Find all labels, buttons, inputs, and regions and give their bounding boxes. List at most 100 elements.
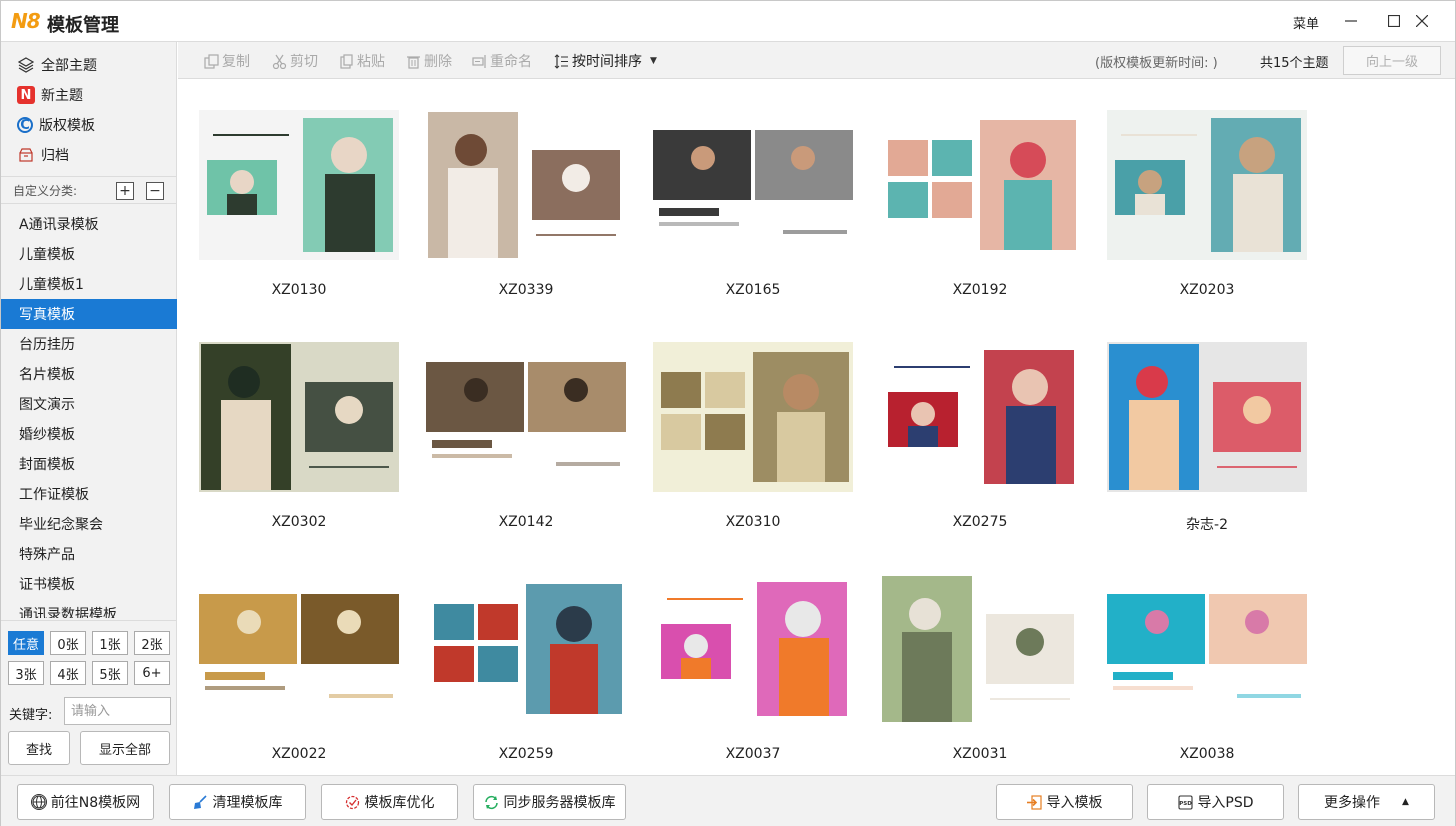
template-card[interactable]: XZ0339 xyxy=(405,80,632,312)
template-card[interactable]: XZ0165 xyxy=(632,80,859,312)
page-filter-chip[interactable]: 任意 xyxy=(8,631,44,655)
sidebar-item-new-themes[interactable]: N 新主题 xyxy=(1,80,177,110)
template-card[interactable]: XZ0037 xyxy=(632,544,859,774)
template-thumbnail xyxy=(426,574,626,724)
template-thumbnail xyxy=(880,342,1080,492)
import-template-button[interactable]: 导入模板 xyxy=(996,784,1133,820)
cut-button[interactable]: 剪切 xyxy=(271,51,318,71)
theme-count: 共15个主题 xyxy=(1260,56,1329,71)
keyword-input[interactable] xyxy=(64,697,171,725)
import-template-label: 导入模板 xyxy=(1046,795,1103,811)
toolbar: 复制 剪切 粘贴 删除 重命名 按时间排序 ▼ (版权模板更新时间:) 共15… xyxy=(178,42,1455,79)
remove-category-button[interactable]: − xyxy=(146,182,164,200)
rename-button[interactable]: 重命名 xyxy=(471,51,532,71)
app-title: 模板管理 xyxy=(47,15,119,36)
sidebar-item-copyright-templates[interactable]: C 版权模板 xyxy=(1,110,177,140)
page-filter-chip[interactable]: 5张 xyxy=(92,661,128,685)
template-card[interactable]: XZ0310 xyxy=(632,312,859,544)
category-item[interactable]: 儿童模板 xyxy=(1,239,177,269)
category-item[interactable]: 名片模板 xyxy=(1,359,177,389)
template-name: XZ0259 xyxy=(498,746,554,762)
minimize-icon[interactable] xyxy=(1339,9,1363,33)
psd-file-icon: PSD xyxy=(1177,794,1193,810)
up-level-button[interactable]: 向上一级 xyxy=(1343,46,1441,75)
template-thumbnail xyxy=(653,342,853,492)
category-item[interactable]: 儿童模板1 xyxy=(1,269,177,299)
rename-icon xyxy=(471,53,487,69)
template-thumbnail xyxy=(199,574,399,724)
template-name: XZ0302 xyxy=(271,514,327,530)
category-item[interactable]: 图文演示 xyxy=(1,389,177,419)
sort-dropdown[interactable]: 按时间排序 ▼ xyxy=(553,51,657,71)
optimize-library-button[interactable]: 模板库优化 xyxy=(321,784,458,820)
chevron-up-icon: ▲ xyxy=(1402,797,1409,807)
template-card[interactable]: XZ0022 xyxy=(178,544,405,774)
template-card[interactable]: XZ0192 xyxy=(859,80,1086,312)
cut-label: 剪切 xyxy=(290,54,318,70)
template-card[interactable]: XZ0038 xyxy=(1086,544,1313,774)
template-thumbnail xyxy=(880,110,1080,260)
copy-button[interactable]: 复制 xyxy=(203,51,250,71)
template-thumbnail xyxy=(426,110,626,260)
sort-icon xyxy=(553,53,569,69)
template-card[interactable]: 杂志-2 xyxy=(1086,312,1313,544)
search-button[interactable]: 查找 xyxy=(8,731,70,765)
template-card[interactable]: XZ0259 xyxy=(405,544,632,774)
menu-button[interactable]: 菜单 xyxy=(1293,13,1319,32)
category-item[interactable]: 写真模板 xyxy=(1,299,177,329)
sidebar-item-label: 全部主题 xyxy=(41,58,97,74)
template-name: XZ0275 xyxy=(952,514,1008,530)
copyright-icon: C xyxy=(17,117,33,133)
category-item[interactable]: A通讯录模板 xyxy=(1,209,177,239)
rename-label: 重命名 xyxy=(490,54,532,70)
template-name: XZ0339 xyxy=(498,282,554,298)
page-filter-chip[interactable]: 0张 xyxy=(50,631,86,655)
page-filter-chip[interactable]: 3张 xyxy=(8,661,44,685)
template-card[interactable]: XZ0142 xyxy=(405,312,632,544)
delete-button[interactable]: 删除 xyxy=(405,51,452,71)
category-item[interactable]: 特殊产品 xyxy=(1,539,177,569)
category-item[interactable]: 毕业纪念聚会 xyxy=(1,509,177,539)
template-card[interactable]: XZ0130 xyxy=(178,80,405,312)
template-name: XZ0130 xyxy=(271,282,327,298)
template-name: XZ0038 xyxy=(1179,746,1235,762)
add-category-button[interactable]: + xyxy=(116,182,134,200)
template-card[interactable]: XZ0302 xyxy=(178,312,405,544)
trash-icon xyxy=(405,53,421,69)
page-filter-chip[interactable]: 6+ xyxy=(134,661,170,685)
category-item[interactable]: 工作证模板 xyxy=(1,479,177,509)
page-filter-chip[interactable]: 2张 xyxy=(134,631,170,655)
template-card[interactable]: XZ0275 xyxy=(859,312,1086,544)
sidebar-item-all-themes[interactable]: 全部主题 xyxy=(1,50,177,80)
optimize-icon xyxy=(345,794,361,810)
clean-library-button[interactable]: 清理模板库 xyxy=(169,784,306,820)
close-icon[interactable] xyxy=(1410,9,1434,33)
app-logo: N8 xyxy=(11,9,41,33)
page-filter-chip[interactable]: 1张 xyxy=(92,631,128,655)
show-all-button[interactable]: 显示全部 xyxy=(80,731,170,765)
template-thumbnail xyxy=(426,342,626,492)
template-thumbnail xyxy=(653,574,853,724)
template-card[interactable]: XZ0031 xyxy=(859,544,1086,774)
category-item[interactable]: 台历挂历 xyxy=(1,329,177,359)
more-actions-button[interactable]: 更多操作 ▲ xyxy=(1298,784,1435,820)
paste-button[interactable]: 粘贴 xyxy=(338,51,385,71)
sidebar-item-archive[interactable]: 归档 xyxy=(1,140,177,170)
import-psd-button[interactable]: PSD 导入PSD xyxy=(1147,784,1284,820)
more-actions-label: 更多操作 xyxy=(1324,795,1381,811)
template-thumbnail xyxy=(653,110,853,260)
goto-site-button[interactable]: 前往N8模板网 xyxy=(17,784,154,820)
category-item[interactable]: 婚纱模板 xyxy=(1,419,177,449)
maximize-icon[interactable] xyxy=(1382,9,1406,33)
category-item[interactable]: 封面模板 xyxy=(1,449,177,479)
category-item[interactable]: 证书模板 xyxy=(1,569,177,599)
custom-category-header: 自定义分类: + − xyxy=(1,176,177,204)
sync-server-button[interactable]: 同步服务器模板库 xyxy=(473,784,626,820)
filter-area: 任意0张1张2张 3张4张5张6+ 关键字: 查找 显示全部 xyxy=(1,620,177,775)
sidebar-item-label: 新主题 xyxy=(41,88,83,104)
custom-category-label: 自定义分类: xyxy=(13,183,78,198)
paste-icon xyxy=(338,53,354,69)
category-item[interactable]: 通讯录数据模板 xyxy=(1,599,177,618)
page-filter-chip[interactable]: 4张 xyxy=(50,661,86,685)
template-card[interactable]: XZ0203 xyxy=(1086,80,1313,312)
